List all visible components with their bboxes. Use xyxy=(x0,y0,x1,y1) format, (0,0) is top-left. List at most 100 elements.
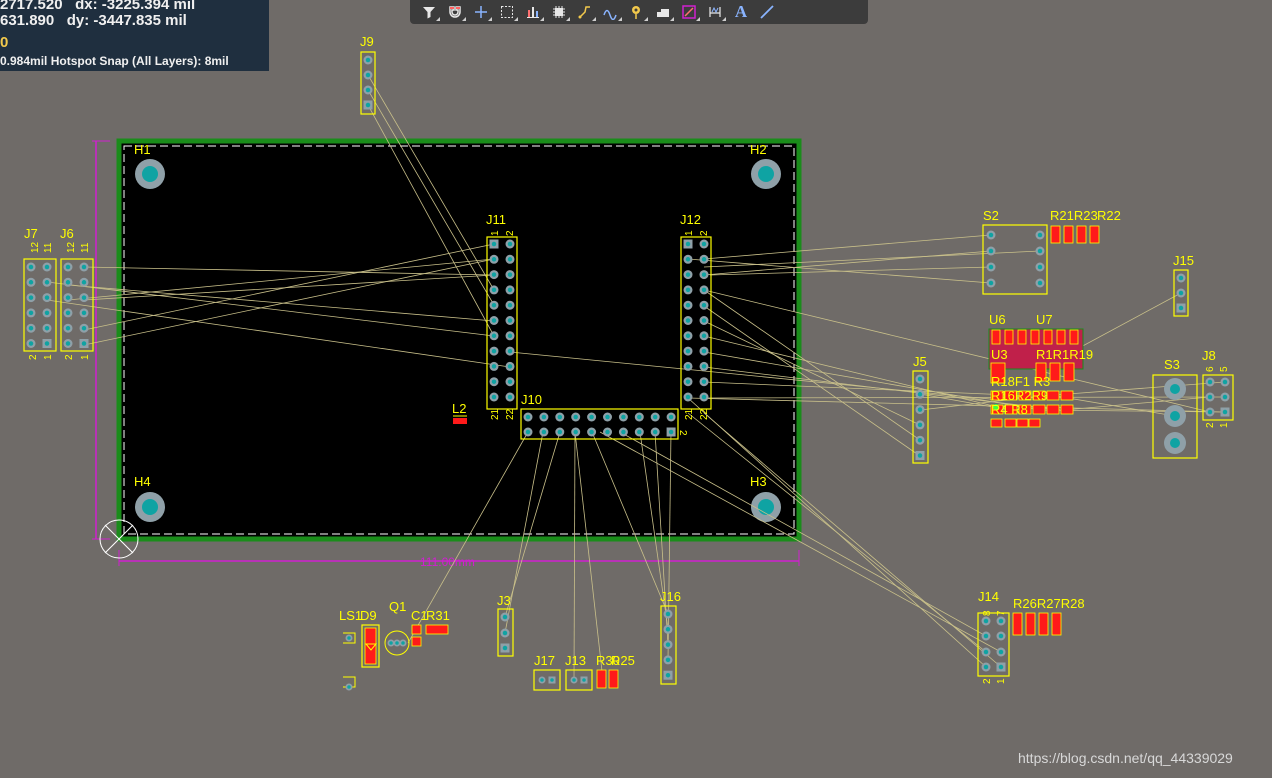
pad-hole xyxy=(988,248,994,254)
pad-hole xyxy=(917,407,923,412)
connector-j7[interactable] xyxy=(23,258,57,352)
pin-number: 12 xyxy=(30,241,41,253)
connector-j5[interactable] xyxy=(912,370,929,464)
pad-hole xyxy=(81,264,87,270)
smd-pad[interactable] xyxy=(1076,225,1087,244)
designator: J9 xyxy=(360,34,374,49)
connector-j6[interactable] xyxy=(60,258,94,352)
snap-tool-button[interactable] xyxy=(442,1,468,23)
pad-hole xyxy=(389,641,393,645)
smd-pad[interactable] xyxy=(1004,418,1017,428)
smd-pad[interactable] xyxy=(1046,404,1060,415)
smd-pad[interactable] xyxy=(1012,612,1023,636)
smd-pad[interactable] xyxy=(1063,225,1074,244)
diff-pair-button[interactable] xyxy=(598,1,624,23)
connector-j17[interactable] xyxy=(533,669,561,691)
smd-pad[interactable] xyxy=(1004,329,1014,345)
smd-pad[interactable] xyxy=(1056,329,1066,345)
pad-hole xyxy=(685,348,691,354)
smd-pad[interactable] xyxy=(608,669,619,689)
resistors-r26-r28[interactable] xyxy=(1012,612,1062,636)
dropdown-corner-icon xyxy=(488,17,492,21)
designator: J5 xyxy=(913,354,927,369)
switch-s2[interactable] xyxy=(982,224,1048,295)
smd-pad[interactable] xyxy=(596,669,607,689)
smd-pad[interactable] xyxy=(1016,418,1029,428)
pad-hole xyxy=(1178,305,1184,311)
pin-number: 21 xyxy=(684,408,695,420)
smd-pad[interactable] xyxy=(411,636,422,647)
buzzer-ls1[interactable] xyxy=(343,632,356,691)
smd-pad[interactable] xyxy=(411,624,422,635)
silkscreen-outline xyxy=(60,258,94,352)
pcb-canvas[interactable]: 111.00mm H1 H2 H3 H4 J9 J11 J12 J7 J6 J1… xyxy=(0,0,1272,778)
pad-hole xyxy=(685,364,691,369)
select-rect-icon xyxy=(501,6,513,18)
resistors-r21-r23[interactable] xyxy=(1050,225,1100,244)
region-tool-button[interactable] xyxy=(676,1,702,23)
smd-pad[interactable] xyxy=(990,418,1003,428)
line-tool-button[interactable] xyxy=(754,1,780,23)
pad-hole xyxy=(550,678,554,682)
filter-tool-button[interactable] xyxy=(416,1,442,23)
capacitor-c1[interactable] xyxy=(411,624,422,647)
component-tool-button[interactable] xyxy=(546,1,572,23)
smd-pad[interactable] xyxy=(1050,225,1061,244)
smd-pad[interactable] xyxy=(1060,390,1074,401)
smd-pad[interactable] xyxy=(1051,612,1062,636)
smd-pad[interactable] xyxy=(1063,362,1075,382)
smd-pad[interactable] xyxy=(425,624,449,635)
pad-hole xyxy=(701,318,707,323)
pad-hole xyxy=(685,257,691,262)
pad-hole xyxy=(81,325,87,331)
pad-hole xyxy=(507,241,513,247)
connector-j3[interactable] xyxy=(497,608,514,657)
smd-pad[interactable] xyxy=(1069,329,1079,345)
smd-pad[interactable] xyxy=(1089,225,1100,244)
smd-pad[interactable] xyxy=(991,329,1001,345)
designator: S3 xyxy=(1164,357,1180,372)
smd-pad[interactable] xyxy=(1017,329,1027,345)
align-tool-button[interactable] xyxy=(520,1,546,23)
smd-pad[interactable] xyxy=(453,418,467,424)
switch-s3[interactable] xyxy=(1152,374,1198,459)
connector-j16[interactable] xyxy=(660,605,677,685)
connector-j8[interactable] xyxy=(1202,374,1234,421)
dropdown-corner-icon xyxy=(462,17,466,21)
route-icon xyxy=(578,6,590,19)
pad-hole xyxy=(28,341,34,346)
route-tool-button[interactable] xyxy=(572,1,598,23)
transistor-q1[interactable] xyxy=(384,630,410,656)
connector-j15[interactable] xyxy=(1173,269,1189,317)
diode-d9[interactable] xyxy=(361,624,380,668)
pad-hole xyxy=(1037,264,1043,270)
smd-pad[interactable] xyxy=(1049,362,1061,382)
select-area-button[interactable] xyxy=(494,1,520,23)
smd-pad[interactable] xyxy=(1032,404,1046,415)
connector-j14[interactable] xyxy=(977,612,1010,677)
polygon-tool-button[interactable] xyxy=(650,1,676,23)
resistor-r30[interactable] xyxy=(596,669,607,689)
pad-hole xyxy=(1178,290,1184,296)
dropdown-corner-icon xyxy=(540,17,544,21)
pad-hole xyxy=(1037,232,1043,238)
pad-hole xyxy=(541,414,547,420)
dimension-tool-button[interactable] xyxy=(702,1,728,23)
resistor-r31[interactable] xyxy=(425,624,449,635)
smd-pad[interactable] xyxy=(1038,612,1049,636)
via-tool-button[interactable] xyxy=(624,1,650,23)
smd-pad[interactable] xyxy=(1046,390,1060,401)
smd-pad[interactable] xyxy=(1025,612,1036,636)
board-outline[interactable] xyxy=(116,138,802,542)
pad-hole xyxy=(557,414,563,420)
origin-tool-button[interactable] xyxy=(468,1,494,23)
smd-pad[interactable] xyxy=(1043,329,1053,345)
resistor-r25[interactable] xyxy=(608,669,619,689)
connector-j13[interactable] xyxy=(565,669,593,691)
text-tool-button[interactable]: A xyxy=(728,1,754,23)
pad-hole xyxy=(44,295,50,300)
active-bar-toolbar: A xyxy=(410,0,868,24)
smd-pad[interactable] xyxy=(1060,404,1074,415)
smd-pad[interactable] xyxy=(1028,418,1041,428)
smd-pad[interactable] xyxy=(1030,329,1040,345)
